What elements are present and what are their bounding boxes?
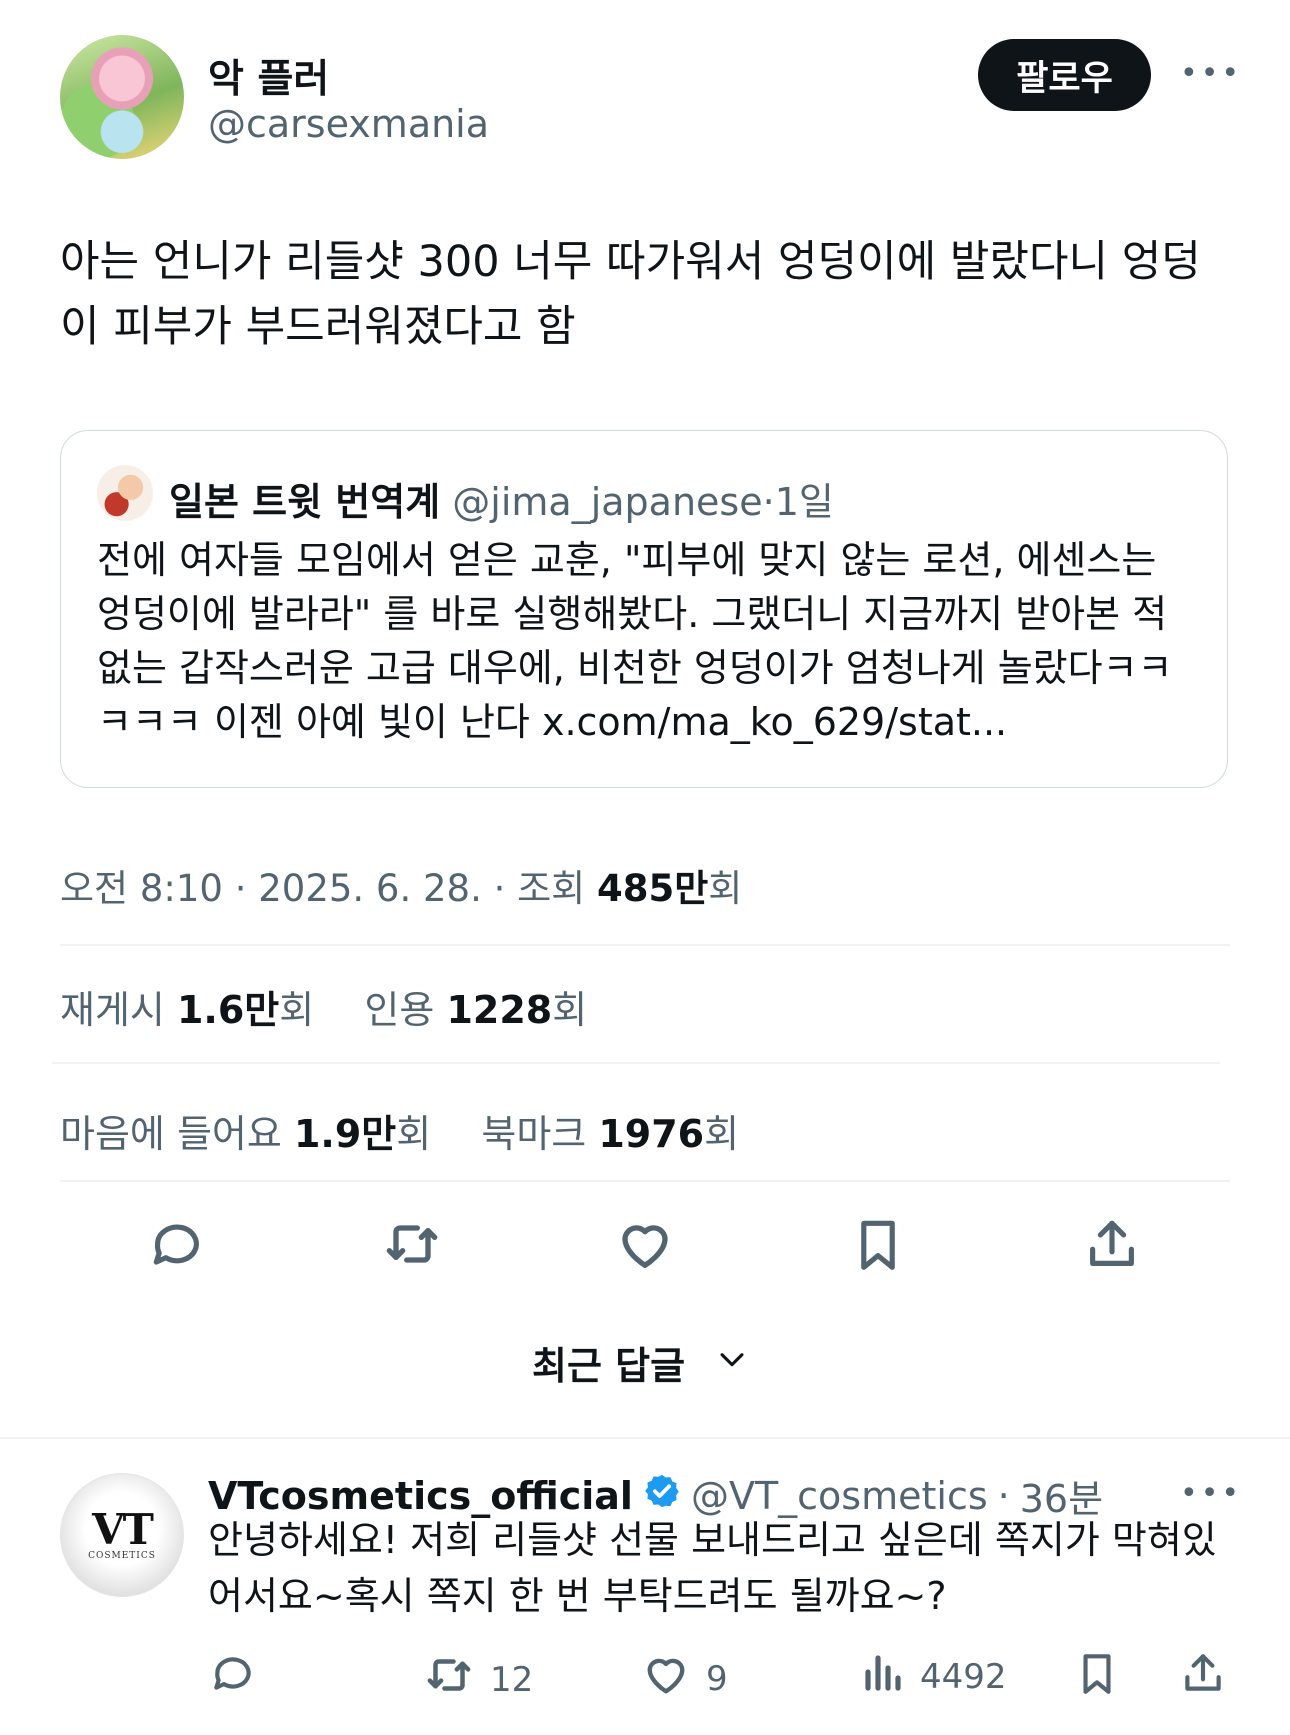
author-avatar[interactable] (60, 35, 184, 159)
reply-avatar[interactable]: VT COSMETICS (60, 1473, 184, 1597)
reply-reply-button[interactable] (208, 1648, 258, 1707)
like-icon (640, 1648, 692, 1709)
quote-handle[interactable]: @jima_japanese (452, 480, 762, 524)
quote-separator: · (762, 480, 775, 524)
reply-sort-label: 최근 답글 (532, 1344, 686, 1388)
reply-icon[interactable] (145, 1212, 209, 1276)
quoted-tweet[interactable]: 일본 트윗 번역계 @jima_japanese·1일 전에 여자들 모임에서 … (60, 430, 1228, 788)
share-icon (1178, 1648, 1228, 1707)
vt-logo: VT (92, 1505, 154, 1554)
quote-avatar[interactable] (97, 465, 153, 521)
reply-text: 안녕하세요! 저희 리들샷 선물 보내드리고 싶은데 쪽지가 막혀있어서요~혹시… (208, 1518, 1217, 1618)
reply-repost-button[interactable]: 12 (422, 1648, 533, 1711)
stats-row-reposts: 재게시 1.6만회 인용 1228회 (60, 979, 587, 1034)
share-icon[interactable] (1080, 1212, 1144, 1276)
stats-row-likes: 마음에 들어요 1.9만회 북마크 1976회 (60, 1103, 739, 1158)
reply-share-button[interactable] (1178, 1648, 1228, 1707)
bookmarks-stat[interactable]: 북마크 1976회 (481, 1112, 739, 1156)
views-value: 485만 (596, 867, 709, 910)
repost-icon[interactable] (380, 1212, 444, 1276)
divider (60, 944, 1230, 946)
tweet-time[interactable]: 오전 8:10 (60, 867, 223, 910)
views-icon (858, 1648, 906, 1705)
retweets-stat[interactable]: 재게시 1.6만회 (60, 988, 314, 1032)
chevron-down-icon (715, 1341, 749, 1385)
reply-separator: · (997, 1473, 1010, 1518)
quote-time[interactable]: 1일 (775, 480, 834, 524)
reply-display-name[interactable]: VTcosmetics_official (208, 1474, 633, 1518)
more-options-icon[interactable]: ••• (1180, 56, 1242, 91)
reply-views-count: 4492 (920, 1656, 1007, 1697)
likes-stat[interactable]: 마음에 들어요 1.9만회 (60, 1112, 431, 1156)
tweet-text: 아는 언니가 리들샷 300 너무 따가워서 엉덩이에 발랐다니 엉덩이 피부가… (60, 237, 1201, 352)
reply-sort-dropdown[interactable]: 최근 답글 (532, 1335, 749, 1390)
quote-display-name[interactable]: 일본 트윗 번역계 (169, 480, 440, 524)
follow-button[interactable]: 팔로우 (978, 39, 1151, 111)
quote-text: 전에 여자들 모임에서 얻은 교훈, "피부에 맞지 않는 로션, 에센스는 엉… (97, 538, 1173, 744)
tweet-meta: 오전 8:10 · 2025. 6. 28. · 조회 485만회 (60, 858, 742, 912)
divider (60, 1180, 1230, 1182)
views-suffix: 회 (708, 867, 743, 910)
reply-like-count: 9 (706, 1658, 728, 1699)
repost-icon (422, 1648, 476, 1711)
reply-more-icon[interactable]: ••• (1180, 1476, 1242, 1511)
reply-repost-count: 12 (490, 1659, 534, 1700)
bookmark-icon[interactable] (846, 1212, 910, 1276)
divider (0, 1437, 1290, 1439)
meta-separator-1: · (234, 867, 247, 910)
views-label: 조회 (517, 867, 586, 910)
author-display-name[interactable]: 악 플러 (208, 48, 329, 104)
author-handle[interactable]: @carsexmania (208, 102, 489, 146)
tweet-date[interactable]: 2025. 6. 28. (258, 867, 482, 910)
like-icon[interactable] (613, 1212, 677, 1276)
bookmark-icon (1072, 1648, 1122, 1707)
quote-header: 일본 트윗 번역계 @jima_japanese·1일 (169, 471, 834, 526)
reply-like-button[interactable]: 9 (640, 1648, 728, 1709)
divider (52, 1062, 1220, 1064)
reply-views-button[interactable]: 4492 (858, 1648, 1007, 1705)
reply-handle[interactable]: @VT_cosmetics (691, 1474, 988, 1518)
reply-bookmark-button[interactable] (1072, 1648, 1122, 1707)
vt-logo-sub: COSMETICS (88, 1551, 156, 1561)
quotes-stat[interactable]: 인용 1228회 (364, 988, 587, 1032)
reply-icon (208, 1648, 258, 1707)
meta-separator-2: · (493, 867, 506, 910)
